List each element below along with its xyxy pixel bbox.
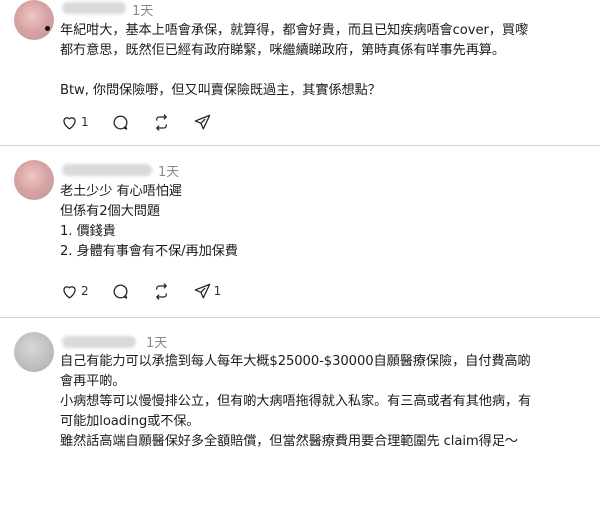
heart-icon xyxy=(63,285,76,298)
repost-count: 1 xyxy=(213,284,222,298)
repost-icon xyxy=(155,282,167,300)
avatar[interactable] xyxy=(14,0,54,40)
post-time: 1天 xyxy=(146,336,168,351)
post-line: 2. 身體有事會有不保/再加保費 xyxy=(60,244,238,259)
post-actions: 2 1 xyxy=(60,281,243,301)
post-3: 1天 自己有能力可以承擔到每人每年大概$25000-$30000自願醫療保險，自… xyxy=(0,318,600,508)
post-2: 1天 老土少少 有心唔怕遲 但係有2個大問題 1. 價錢貴 2. 身體有事會有不… xyxy=(0,146,600,318)
username[interactable] xyxy=(62,164,152,176)
post-body: 自己有能力可以承擔到每人每年大概$25000-$30000自願醫療保險，自付費高… xyxy=(60,352,588,452)
username[interactable] xyxy=(62,336,136,348)
post-line: 都冇意思，既然佢已經有政府睇緊，咪繼續睇政府，第時真係有咩事先再算。 xyxy=(60,43,505,58)
like-button[interactable]: 1 xyxy=(60,113,89,132)
repost-button[interactable] xyxy=(152,282,171,301)
post-line: 年紀咁大，基本上唔會承保，就算得，都會好貴，而且已知疾病唔會cover，買嚟 xyxy=(60,23,529,38)
status-dot xyxy=(45,26,50,31)
comment-button[interactable] xyxy=(111,113,130,132)
post-line xyxy=(60,61,588,81)
comment-icon xyxy=(113,284,128,299)
comment-button[interactable] xyxy=(111,282,130,301)
post-body: 老土少少 有心唔怕遲 但係有2個大問題 1. 價錢貴 2. 身體有事會有不保/再… xyxy=(60,182,588,262)
repost-button[interactable] xyxy=(152,113,171,132)
send-icon xyxy=(194,114,210,129)
repost-icon xyxy=(155,113,167,131)
like-button[interactable]: 2 xyxy=(60,282,89,301)
username[interactable] xyxy=(62,2,126,14)
post-line: 會再平啲。 xyxy=(60,374,126,389)
post-line: 雖然話高端自願醫保好多全額賠償，但當然醫療費用要合理範圍先 claim得足～ xyxy=(60,434,518,449)
post-line: 小病想等可以慢慢排公立，但有啲大病唔拖得就入私家。有三高或者有其他病，有 xyxy=(60,394,532,409)
post-1: 1天 年紀咁大，基本上唔會承保，就算得，都會好貴，而且已知疾病唔會cover，買… xyxy=(0,0,600,146)
send-icon xyxy=(194,283,210,298)
post-line: 1. 價錢貴 xyxy=(60,224,116,239)
post-line: 可能加loading或不保。 xyxy=(60,414,200,429)
post-time: 1天 xyxy=(158,165,180,180)
share-button[interactable]: 1 xyxy=(193,282,222,301)
avatar[interactable] xyxy=(14,160,54,200)
post-time: 1天 xyxy=(132,4,154,19)
post-line: 自己有能力可以承擔到每人每年大概$25000-$30000自願醫療保險，自付費高… xyxy=(60,354,531,369)
heart-icon xyxy=(63,116,76,129)
post-actions: 1 xyxy=(60,112,234,132)
comment-icon xyxy=(113,115,128,130)
share-button[interactable] xyxy=(193,113,212,132)
like-count: 2 xyxy=(81,284,89,298)
avatar[interactable] xyxy=(14,332,54,372)
post-line: Btw, 你問保險嘢，但又叫賣保險既過主，其實係想點？ xyxy=(60,83,381,98)
like-count: 1 xyxy=(81,115,89,129)
post-line: 老土少少 有心唔怕遲 xyxy=(60,184,182,199)
post-line: 但係有2個大問題 xyxy=(60,204,160,219)
post-body: 年紀咁大，基本上唔會承保，就算得，都會好貴，而且已知疾病唔會cover，買嚟 都… xyxy=(60,21,588,101)
